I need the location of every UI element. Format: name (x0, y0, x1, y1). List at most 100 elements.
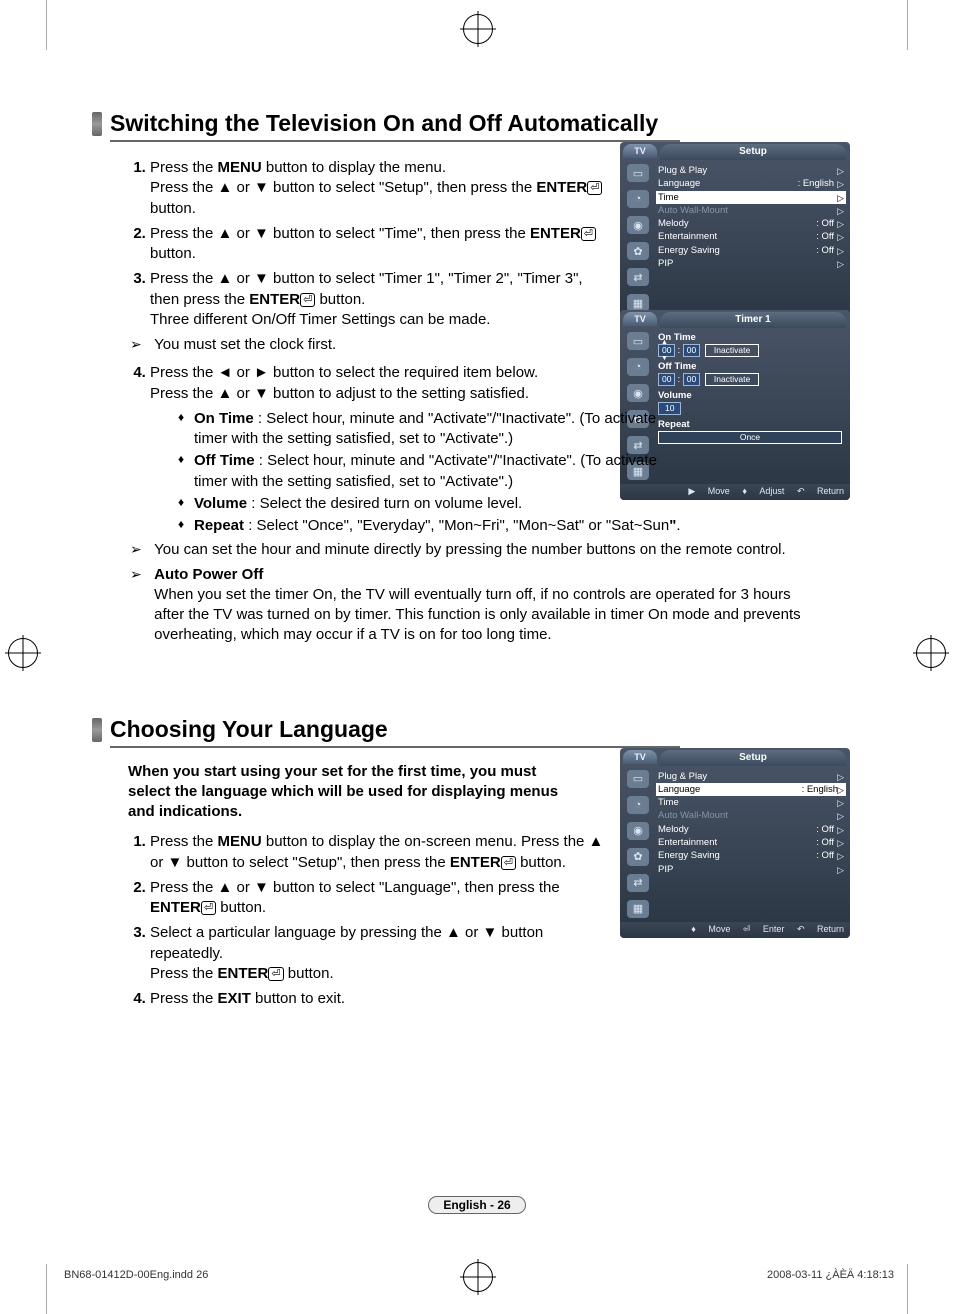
section-title: Switching the Television On and Off Auto… (110, 110, 680, 142)
osd-menu-list: Plug & Play▷Language: English▷Time▷Auto … (656, 766, 850, 922)
step-4: Press the EXIT button to exit. (150, 989, 605, 1009)
crop-mark (897, 1264, 908, 1314)
section-auto-on-off: Switching the Television On and Off Auto… (110, 110, 850, 646)
repeat-label: Repeat (658, 419, 844, 430)
osd-menu-row: Language: English▷ (656, 783, 846, 796)
channel-icon: ◉ (627, 216, 649, 234)
off-status: Inactivate (705, 373, 759, 386)
dlna-icon: ▦ (627, 900, 649, 918)
osd-menu-row: PIP▷ (658, 257, 844, 270)
osd-menu-row: Energy Saving: Off▷ (658, 849, 844, 862)
sound-icon: ◔ (627, 358, 649, 376)
auto-power-off-body: When you set the timer On, the TV will e… (154, 586, 800, 644)
step-3: Select a particular language by pressing… (150, 923, 605, 984)
registration-mark-icon (8, 638, 38, 668)
on-min: 00 (683, 344, 700, 357)
osd-header: Setup (660, 750, 846, 766)
move-hint: ▶ Move (688, 486, 729, 496)
osd-menu-row: Auto Wall-Mount▷ (658, 204, 844, 217)
osd-menu-row: Melody: Off▷ (658, 217, 844, 230)
crop-mark (46, 1264, 57, 1314)
osd-menu-row: Entertainment: Off▷ (658, 836, 844, 849)
osd-menu-row: Time▷ (656, 191, 846, 204)
note-auto-power-off: ➢ Auto Power Off When you set the timer … (130, 565, 806, 646)
osd-menu-row: Time▷ (658, 796, 844, 809)
osd-setup-language: TV Setup ▭ ◔ ◉ ✿ ⇄ ▦ Plug & Play▷Languag… (620, 748, 850, 938)
repeat-value: Once (658, 431, 842, 444)
note-number-buttons: ➢ You can set the hour and minute direct… (130, 540, 806, 560)
timer-body: On Time ▲▼00: 00 Inactivate Off Time 00:… (656, 328, 850, 484)
step-1: Press the MENU button to display the men… (150, 158, 605, 219)
bullet-list: On Time : Select hour, minute and "Activ… (178, 409, 678, 537)
tv-tab: TV (623, 312, 657, 326)
section-language: Choosing Your Language TV Setup ▭ ◔ ◉ ✿ … (110, 716, 850, 1010)
on-status: Inactivate (705, 344, 759, 357)
enter-hint: ⏎ Enter (743, 924, 785, 934)
osd-menu-row: PIP▷ (658, 863, 844, 876)
off-time-label: Off Time (658, 361, 844, 372)
return-hint: ↶ Return (797, 486, 844, 496)
return-hint: ↶ Return (797, 924, 844, 934)
sound-icon: ◔ (627, 796, 649, 814)
off-hour: 00 (658, 373, 675, 386)
osd-menu-list: Plug & Play▷Language: English▷Time▷Auto … (656, 160, 850, 316)
osd-header: Timer 1 (660, 312, 846, 328)
step-list: Press the ◄ or ► button to select the re… (110, 363, 605, 404)
osd-menu-row: Plug & Play▷ (658, 164, 844, 177)
osd-menu-row: Auto Wall-Mount▷ (658, 809, 844, 822)
osd-menu-row: Melody: Off▷ (658, 823, 844, 836)
osd-footer: ♦ Move ⏎ Enter ↶ Return (620, 922, 850, 938)
picture-icon: ▭ (627, 770, 649, 788)
volume-label: Volume (658, 390, 844, 401)
step-2: Press the ▲ or ▼ button to select "Time"… (150, 224, 605, 265)
setup-icon: ✿ (627, 848, 649, 866)
bullet-volume: Volume : Select the desired turn on volu… (178, 494, 678, 514)
osd-menu-row: Language: English▷ (658, 177, 844, 190)
registration-mark-icon (463, 14, 493, 44)
auto-power-off-title: Auto Power Off (154, 566, 263, 583)
osd-setup-time: TV Setup ▭ ◔ ◉ ✿ ⇄ ▦ Plug & Play▷Languag… (620, 142, 850, 332)
tv-tab: TV (623, 144, 657, 158)
osd-header: Setup (660, 144, 846, 160)
on-hour: ▲▼00 (658, 344, 675, 357)
channel-icon: ◉ (627, 384, 649, 402)
osd-icon-column: ▭ ◔ ◉ ✿ ⇄ ▦ (620, 160, 656, 316)
pointer-icon: ➢ (130, 540, 150, 559)
input-icon: ⇄ (627, 874, 649, 892)
osd-icon-column: ▭ ◔ ◉ ✿ ⇄ ▦ (620, 766, 656, 922)
step-3: Press the ▲ or ▼ button to select "Timer… (150, 269, 605, 330)
section-title: Choosing Your Language (110, 716, 680, 748)
adjust-hint: ♦ Adjust (742, 486, 784, 496)
pointer-icon: ➢ (130, 565, 150, 584)
print-footer: BN68-01412D-00Eng.indd 26 2008-03-11 ¿ÀÈ… (64, 1269, 894, 1281)
step-4: Press the ◄ or ► button to select the re… (150, 363, 605, 404)
title-text: Choosing Your Language (110, 716, 388, 742)
channel-icon: ◉ (627, 822, 649, 840)
osd-menu-row: Entertainment: Off▷ (658, 230, 844, 243)
bullet-off-time: Off Time : Select hour, minute and "Acti… (178, 451, 678, 492)
picture-icon: ▭ (627, 332, 649, 350)
section-intro: When you start using your set for the fi… (128, 762, 578, 823)
pointer-icon: ➢ (130, 335, 150, 354)
title-bar-icon (92, 112, 102, 136)
page-number: English - 26 (0, 1196, 954, 1214)
step-1: Press the MENU button to display the on-… (150, 832, 605, 873)
osd-menu-row: Energy Saving: Off▷ (658, 244, 844, 257)
bullet-on-time: On Time : Select hour, minute and "Activ… (178, 409, 678, 450)
title-bar-icon (92, 718, 102, 742)
registration-mark-icon (916, 638, 946, 668)
bullet-repeat: Repeat : Select "Once", "Everyday", "Mon… (178, 516, 794, 536)
print-timestamp: 2008-03-11 ¿ÀÈÄ 4:18:13 (767, 1269, 894, 1281)
title-text: Switching the Television On and Off Auto… (110, 110, 658, 136)
sound-icon: ◔ (627, 190, 649, 208)
crop-mark (897, 0, 908, 50)
picture-icon: ▭ (627, 164, 649, 182)
tv-tab: TV (623, 750, 657, 764)
osd-menu-row: Plug & Play▷ (658, 770, 844, 783)
manual-page: Switching the Television On and Off Auto… (0, 0, 954, 1314)
on-time-label: On Time (658, 332, 844, 343)
crop-mark (46, 0, 57, 50)
move-hint: ♦ Move (691, 924, 730, 934)
step-list: Press the MENU button to display the men… (110, 158, 605, 330)
step-2: Press the ▲ or ▼ button to select "Langu… (150, 878, 605, 919)
